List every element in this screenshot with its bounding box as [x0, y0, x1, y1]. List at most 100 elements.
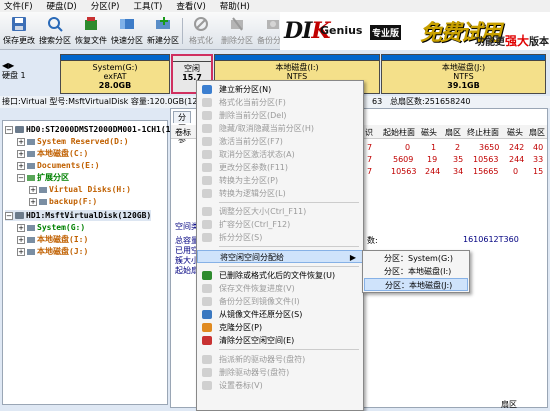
- tree-item-i[interactable]: + 本地磁盘(I:): [17, 234, 88, 245]
- expand-icon[interactable]: +: [17, 149, 25, 158]
- tree-item-extended[interactable]: − 扩展分区: [17, 172, 69, 183]
- delete-partition-button[interactable]: 删除分区: [220, 14, 254, 48]
- menu-item-format[interactable]: 格式化当前分区(F): [197, 96, 363, 109]
- promo-banner[interactable]: DIK Genius 专业版 免费试用 功能更强大版本: [280, 12, 550, 50]
- menu-item-remove-letter[interactable]: 删除驱动器号(盘符): [197, 366, 363, 379]
- column-header[interactable]: 扇区: [445, 127, 461, 138]
- remove-letter-icon: [202, 368, 212, 377]
- menu-item-change-params[interactable]: 更改分区参数(F11): [197, 161, 363, 174]
- tree-item-documents[interactable]: + Documents(E:): [17, 160, 100, 171]
- column-header[interactable]: 磁头: [507, 127, 523, 138]
- menu-item-backup-image[interactable]: 备份分区到镜像文件(I): [197, 295, 363, 308]
- tree-disk0[interactable]: − HD0:ST2000DMST2000DM001-1CH1(186: [5, 124, 180, 135]
- recover-file-icon: [85, 17, 97, 30]
- tab-partition-params[interactable]: 分区参: [173, 111, 191, 144]
- column-header[interactable]: 终止柱面: [467, 127, 499, 138]
- menu-item-restore-image[interactable]: 从镜像文件还原分区(S): [197, 308, 363, 321]
- partition-icon: [27, 162, 35, 169]
- menu-item-deactivate[interactable]: 取消分区激活状态(A): [197, 148, 363, 161]
- disk-info-left: 接口:Virtual 型号:MsftVirtualDisk 容量:120.0GB…: [2, 97, 211, 106]
- column-header[interactable]: 识: [365, 127, 373, 138]
- save-button[interactable]: 保存更改: [2, 14, 36, 48]
- expand-icon[interactable]: +: [17, 223, 25, 232]
- menu-separator: [219, 246, 359, 247]
- collapse-icon[interactable]: −: [17, 173, 25, 182]
- submenu-item-system-g[interactable]: 分区：System(G:): [364, 252, 468, 265]
- disk-info-mid: 63: [372, 97, 383, 106]
- new-partition-icon: [156, 17, 170, 29]
- menu-item-hide[interactable]: 隐藏/取消隐藏当前分区(H): [197, 122, 363, 135]
- menu-tools[interactable]: 工具(T): [133, 0, 162, 12]
- expand-icon[interactable]: +: [29, 197, 37, 206]
- partition-icon: [27, 224, 35, 231]
- menu-item-activate[interactable]: 激活当前分区(F7): [197, 135, 363, 148]
- format-icon: [202, 98, 212, 107]
- partition-icon: [27, 150, 35, 157]
- column-header[interactable]: 扇区: [529, 127, 545, 138]
- menu-item-expand[interactable]: 扩容分区(Ctrl_F12): [197, 218, 363, 231]
- column-header[interactable]: 卷标: [175, 127, 191, 138]
- submenu-item-i[interactable]: 分区：本地磁盘(I:): [364, 265, 468, 278]
- expand-icon[interactable]: +: [17, 161, 25, 170]
- activate-icon: [202, 137, 212, 146]
- menu-file[interactable]: 文件(F): [4, 0, 33, 12]
- menu-item-resize[interactable]: 调整分区大小(Ctrl_F11): [197, 205, 363, 218]
- menu-item-save-progress[interactable]: 保存文件恢复进度(V): [197, 282, 363, 295]
- delete-partition-icon: [231, 17, 243, 31]
- delete-icon: [202, 111, 212, 120]
- context-menu: 建立新分区(N) 格式化当前分区(F) 删除当前分区(Del) 隐藏/取消隐藏当…: [196, 80, 364, 411]
- menu-item-clone[interactable]: 克隆分区(P): [197, 321, 363, 334]
- tree-item-virtual-disks[interactable]: + Virtual Disks(H:): [29, 184, 131, 195]
- partition-block-j[interactable]: 本地磁盘(J:) NTFS 39.1GB: [381, 54, 546, 94]
- menu-item-wipe-free[interactable]: 清除分区空闲空间(E): [197, 334, 363, 347]
- menu-item-new-partition[interactable]: 建立新分区(N): [197, 83, 363, 96]
- column-header[interactable]: 起始柱面: [383, 127, 415, 138]
- menu-disk[interactable]: 硬盘(D): [47, 0, 77, 12]
- menu-item-allocate-free-space[interactable]: 将空闲空间分配给 ▶: [197, 250, 363, 263]
- tree-item-c[interactable]: + 本地磁盘(C:): [17, 148, 88, 159]
- primary-icon: [202, 176, 212, 185]
- menu-item-to-logical[interactable]: 转换为逻辑分区(L): [197, 187, 363, 200]
- tree-item-backup[interactable]: + backup(F:): [29, 196, 97, 207]
- menu-item-to-primary[interactable]: 转换为主分区(P): [197, 174, 363, 187]
- disk-info-right: 总扇区数:251658240: [390, 97, 471, 106]
- expand-icon[interactable]: +: [17, 247, 25, 256]
- expand-icon[interactable]: +: [17, 137, 25, 146]
- nav-arrows[interactable]: ◀▶: [2, 60, 26, 70]
- menu-separator: [219, 266, 359, 267]
- tree-item-system-g[interactable]: + System(G:): [17, 222, 85, 233]
- tree-item-j[interactable]: + 本地磁盘(J:): [17, 246, 88, 257]
- menu-view[interactable]: 查看(V): [176, 0, 205, 12]
- edition-badge: 专业版: [370, 25, 402, 40]
- search-partition-button[interactable]: 搜索分区: [38, 14, 72, 48]
- deactivate-icon: [202, 150, 212, 159]
- menu-separator: [219, 202, 359, 203]
- params-icon: [202, 163, 212, 172]
- menu-item-set-label[interactable]: 设置卷标(V): [197, 379, 363, 392]
- expand-icon[interactable]: +: [29, 185, 37, 194]
- new-partition-button[interactable]: 新建分区: [146, 14, 180, 48]
- tree-disk1[interactable]: − HD1:MsftVirtualDisk(120GB): [5, 210, 152, 221]
- collapse-icon[interactable]: −: [5, 125, 13, 134]
- menu-partition[interactable]: 分区(P): [91, 0, 120, 12]
- clone-icon: [202, 323, 212, 332]
- collapse-icon[interactable]: −: [5, 211, 13, 220]
- promo-slogan: 功能更强大版本: [475, 34, 550, 48]
- menu-item-recover-files[interactable]: 已删除或格式化后的文件恢复(U): [197, 269, 363, 282]
- menu-item-assign-letter[interactable]: 指派新的驱动器号(盘符): [197, 353, 363, 366]
- quick-partition-button[interactable]: 快速分区: [110, 14, 144, 48]
- menu-bar: 文件(F) 硬盘(D) 分区(P) 工具(T) 查看(V) 帮助(H): [0, 0, 550, 12]
- menu-item-delete[interactable]: 删除当前分区(Del): [197, 109, 363, 122]
- extended-partition-icon: [27, 174, 35, 181]
- logo-text: Genius: [320, 24, 363, 37]
- menu-item-split[interactable]: 拆分分区(S): [197, 231, 363, 244]
- recover-file-button[interactable]: 恢复文件: [74, 14, 108, 48]
- partition-icon: [27, 138, 35, 145]
- submenu-item-j[interactable]: 分区：本地磁盘(J:): [364, 278, 468, 291]
- format-button[interactable]: 格式化: [184, 14, 218, 48]
- partition-block-system[interactable]: System(G:) exFAT 28.0GB: [60, 54, 170, 94]
- expand-icon[interactable]: +: [17, 235, 25, 244]
- column-header[interactable]: 磁头: [421, 127, 437, 138]
- menu-help[interactable]: 帮助(H): [220, 0, 250, 12]
- tree-item-system-reserved[interactable]: + System Reserved(D:): [17, 136, 129, 147]
